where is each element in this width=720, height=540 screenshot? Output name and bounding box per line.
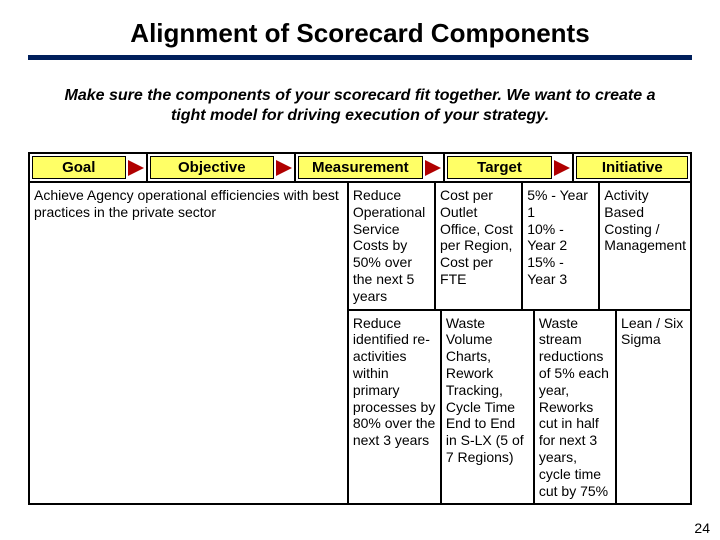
header-label-objective: Objective: [150, 156, 275, 179]
objective-cell: Reduce identified re-activities within p…: [348, 310, 441, 505]
header-cell-goal: Goal: [29, 153, 147, 182]
header-cell-target: Target: [444, 153, 574, 182]
header-label-measurement: Measurement: [298, 156, 423, 179]
target-cell: 5% - Year 1 10% - Year 2 15% - Year 3: [522, 182, 599, 310]
slide-title: Alignment of Scorecard Components: [28, 18, 692, 49]
header-label-goal: Goal: [32, 156, 126, 179]
header-cell-objective: Objective: [147, 153, 296, 182]
objective-cell: Reduce Operational Service Costs by 50% …: [348, 182, 435, 310]
arrow-icon: [425, 160, 441, 176]
initiative-cell: Lean / Six Sigma: [616, 310, 691, 505]
goal-cell: Achieve Agency operational efficiencies …: [29, 182, 348, 504]
measurement-cell: Waste Volume Charts, Rework Tracking, Cy…: [441, 310, 534, 505]
slide-subtitle: Make sure the components of your scoreca…: [60, 86, 660, 126]
header-cell-initiative: Initiative: [573, 153, 691, 182]
header-label-initiative: Initiative: [576, 156, 688, 179]
title-underline: [28, 55, 692, 60]
table-body: Achieve Agency operational efficiencies …: [29, 182, 691, 504]
arrow-icon: [276, 160, 292, 176]
arrow-icon: [554, 160, 570, 176]
page-number: 24: [694, 520, 710, 536]
header-label-target: Target: [447, 156, 553, 179]
header-cell-measurement: Measurement: [295, 153, 444, 182]
table-header-row: Goal Objective Measurement Target Initia…: [29, 153, 691, 182]
arrow-icon: [128, 160, 144, 176]
target-cell: Waste stream reductions of 5% each year,…: [534, 310, 616, 505]
table-row: Reduce identified re-activities within p…: [348, 310, 691, 505]
measurement-cell: Cost per Outlet Office, Cost per Region,…: [435, 182, 522, 310]
initiative-cell: Activity Based Costing / Management: [599, 182, 691, 310]
table-row: Reduce Operational Service Costs by 50% …: [348, 182, 691, 310]
scorecard-table: Goal Objective Measurement Target Initia…: [28, 152, 692, 505]
